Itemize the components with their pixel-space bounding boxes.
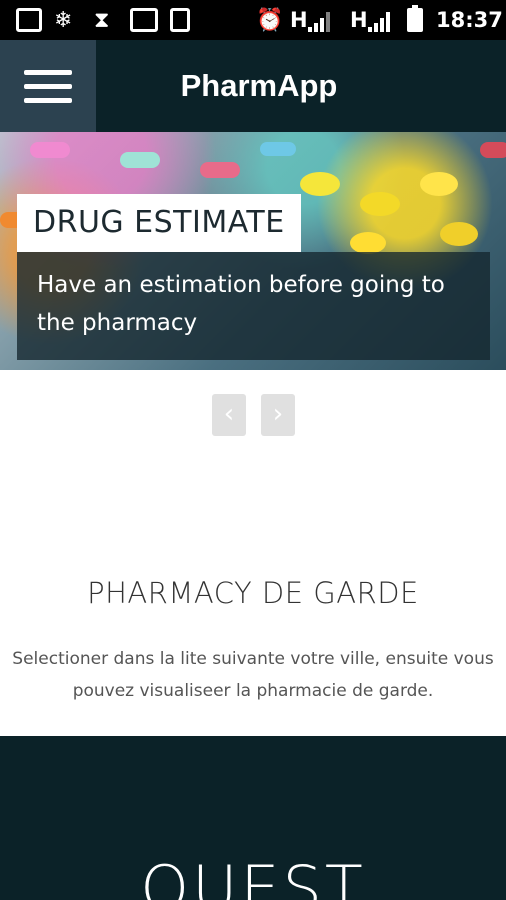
chevron-right-icon: › [272, 399, 284, 429]
decorative-pill [120, 152, 160, 168]
region-section[interactable]: OUEST [0, 736, 506, 900]
hourglass-icon: ⧗ [94, 7, 110, 33]
carousel-prev-button[interactable]: ‹ [212, 394, 246, 436]
decorative-pill [200, 162, 240, 178]
decorative-pill [30, 142, 70, 158]
decorative-pill [300, 172, 340, 196]
download-icon [170, 7, 190, 33]
network-type-2: H [350, 8, 368, 32]
signal-icon-1 [308, 12, 334, 32]
signal-icon-2 [368, 12, 394, 32]
decorative-pill [350, 232, 386, 254]
hero-carousel-slide[interactable]: DRUG ESTIMATE Have an estimation before … [0, 132, 506, 370]
status-time: 18:37 [436, 8, 503, 32]
decorative-pill [260, 142, 296, 156]
pharmacy-section-description: Selectioner dans la lite suivante votre … [12, 649, 494, 701]
snowflake-icon: ❄ [54, 7, 73, 33]
hero-description: Have an estimation before going to the p… [17, 252, 490, 360]
carousel-nav: ‹ › [0, 394, 506, 436]
hamburger-menu-icon [24, 70, 72, 75]
hero-title: DRUG ESTIMATE [17, 194, 301, 252]
alarm-icon: ⏰ [256, 7, 284, 33]
carousel-next-button[interactable]: › [261, 394, 295, 436]
gmail-icon [130, 7, 158, 33]
decorative-pill [420, 172, 458, 196]
region-title: OUEST [140, 852, 366, 900]
menu-button[interactable] [0, 40, 96, 132]
notes-icon [16, 7, 42, 33]
decorative-pill [360, 192, 400, 216]
status-bar: ❄ ⧗ ⏰ H H 18:37 [0, 0, 506, 40]
battery-icon [407, 5, 423, 32]
app-header: PharmApp [0, 40, 506, 132]
pharmacy-section-title: PHARMACY DE GARDE [87, 576, 419, 610]
chevron-left-icon: ‹ [223, 399, 235, 429]
decorative-pill [440, 222, 478, 246]
app-title: PharmApp [180, 68, 338, 103]
network-type-1: H [290, 8, 308, 32]
decorative-pill [480, 142, 506, 158]
